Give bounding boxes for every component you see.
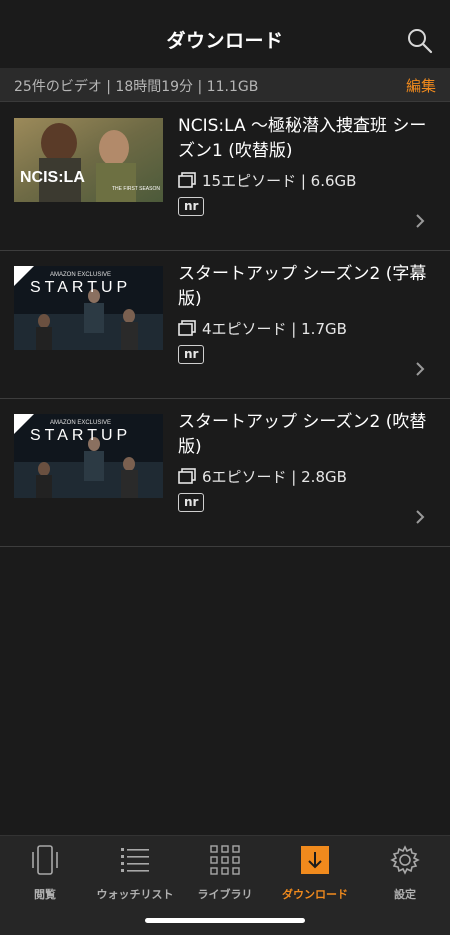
thumbnail-ncis: NCIS:LA THE FIRST SEASON [14,118,163,202]
thumbnail-startup: AMAZON EXCLUSIVE STARTUP [14,266,163,350]
item-meta: 6エピソード | 2.8GB [178,466,347,486]
download-icon [299,844,331,876]
chevron-right-icon[interactable] [412,359,428,379]
search-icon[interactable] [406,28,434,54]
item-meta-text: 15エピソード | 6.6GB [202,171,357,190]
tab-label: ライブラリ [197,888,253,901]
summary-bar: 25件のビデオ | 18時間19分 | 11.1GB 編集 [0,68,450,102]
list-icon [119,844,151,876]
item-title: NCIS:LA 〜極秘潜入捜査班 シーズン1 (吹替版) [178,116,427,161]
thumb-subtitle: THE FIRST SEASON [112,186,160,192]
rating-badge: nr [178,493,205,512]
tab-watchlist[interactable]: ウォッチリスト [90,844,180,904]
item-title: スタートアップ シーズン2 (字幕版) [178,264,427,309]
rating-badge: nr [178,197,205,216]
item-meta-text: 4エピソード | 1.7GB [202,319,347,338]
episodes-icon [178,172,196,188]
tab-settings[interactable]: 設定 [360,844,450,904]
thumb-top-text: AMAZON EXCLUSIVE [50,420,111,426]
tab-label: 設定 [394,888,416,901]
tab-library[interactable]: ライブラリ [180,844,270,904]
header: ダウンロード [0,0,450,68]
tab-downloads[interactable]: ダウンロード [270,844,360,904]
list-item[interactable]: NCIS:LA THE FIRST SEASON NCIS:LA 〜極秘潜入捜査… [0,103,450,251]
item-meta: 15エピソード | 6.6GB [178,170,356,190]
item-meta: 4エピソード | 1.7GB [178,318,347,338]
list-item[interactable]: AMAZON EXCLUSIVE STARTUP スタートアップ シーズン2 (… [0,399,450,547]
list-item[interactable]: AMAZON EXCLUSIVE STARTUP スタートアップ シーズン2 (… [0,251,450,399]
tab-browse[interactable]: 閲覧 [0,844,90,904]
phone-icon [29,844,61,876]
thumb-title: STARTUP [30,279,131,296]
gear-icon [389,844,421,876]
thumbnail-startup: AMAZON EXCLUSIVE STARTUP [14,414,163,498]
chevron-right-icon[interactable] [412,211,428,231]
home-indicator[interactable] [145,918,305,923]
chevron-right-icon[interactable] [412,507,428,527]
thumb-top-text: AMAZON EXCLUSIVE [50,272,111,278]
tab-label: ウォッチリスト [96,888,174,901]
download-list: NCIS:LA THE FIRST SEASON NCIS:LA 〜極秘潜入捜査… [0,103,450,547]
page-title: ダウンロード [166,30,284,52]
edit-button[interactable]: 編集 [406,75,436,96]
item-title: スタートアップ シーズン2 (吹替版) [178,412,427,457]
tab-label: 閲覧 [34,888,56,901]
episodes-icon [178,320,196,336]
thumb-title: NCIS:LA [20,169,85,186]
item-meta-text: 6エピソード | 2.8GB [202,467,347,486]
tab-label: ダウンロード [282,888,348,901]
episodes-icon [178,468,196,484]
summary-text: 25件のビデオ | 18時間19分 | 11.1GB [14,79,259,95]
thumb-title: STARTUP [30,427,131,444]
rating-badge: nr [178,345,205,364]
grid-icon [209,844,241,876]
